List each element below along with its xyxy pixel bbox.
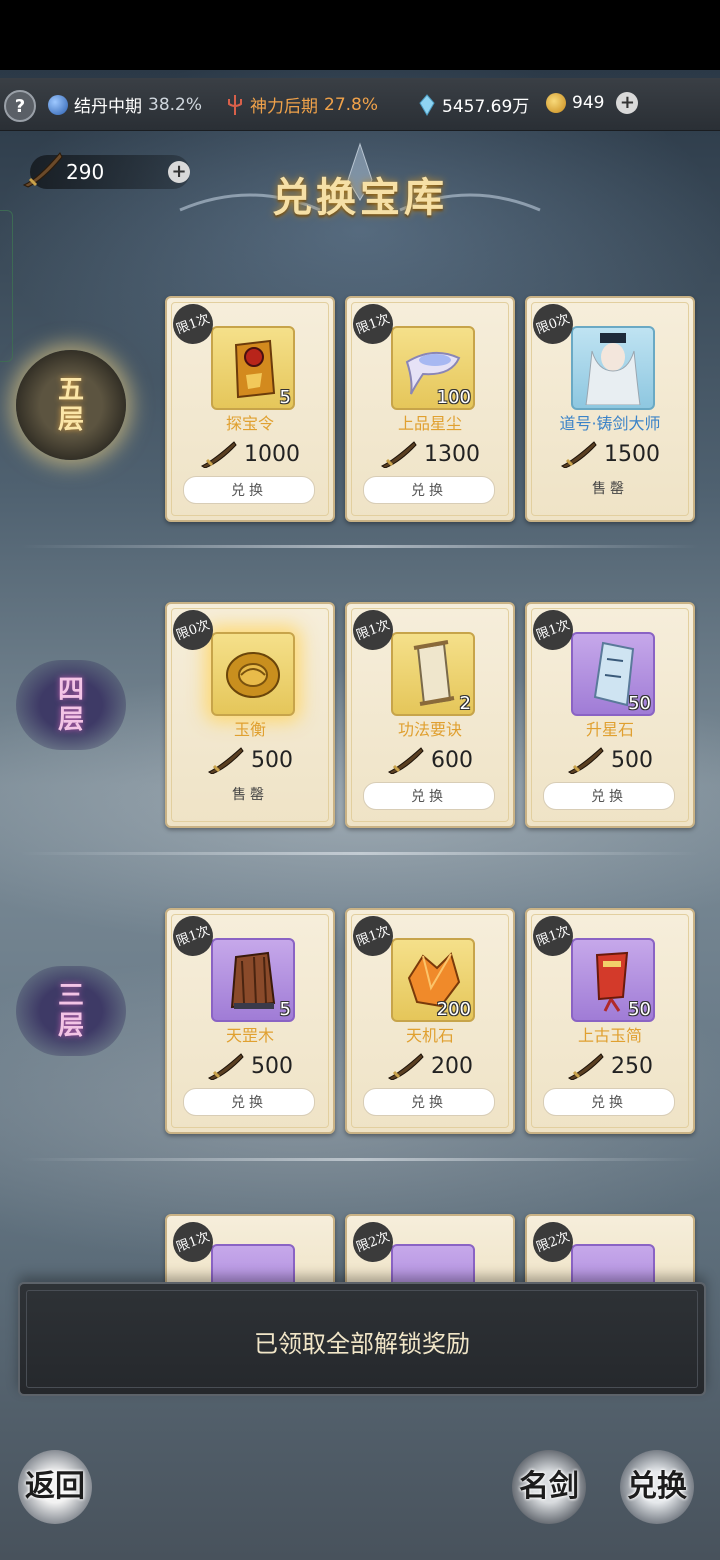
- floor-badge-3: 三层: [16, 966, 126, 1056]
- wood-log-icon: [230, 951, 276, 1009]
- item-name: 功法要诀: [397, 720, 462, 739]
- exchange-button[interactable]: 兑换: [543, 782, 675, 810]
- item-frame: 200: [391, 938, 475, 1022]
- sword-icon: [208, 1053, 244, 1080]
- coin-currency: 949 +: [546, 92, 639, 114]
- item-price: 1000: [167, 440, 333, 468]
- item-card[interactable]: 100 限1次 上品星尘 1300 兑换: [345, 296, 515, 522]
- sword-master-avatar-icon: [585, 333, 641, 405]
- scroll-icon: [413, 640, 455, 706]
- treasure-token-icon: [234, 339, 276, 399]
- item-quantity: 5: [279, 999, 291, 1020]
- exchange-button[interactable]: 兑换: [363, 476, 495, 504]
- back-button[interactable]: 返回: [18, 1450, 92, 1524]
- item-price: 250: [527, 1052, 693, 1080]
- divine-label: 神力后期: [250, 97, 318, 117]
- item-quantity: 50: [628, 999, 651, 1020]
- sword-currency-amount: 290: [66, 160, 105, 184]
- cultivation-realm: 结丹中期 38.2%: [48, 92, 202, 117]
- sword-icon: [561, 441, 597, 468]
- item-name: 天罡木: [225, 1026, 274, 1045]
- sword-icon: [201, 441, 237, 468]
- divine-power-realm: 神力后期 27.8%: [226, 92, 378, 117]
- sword-icon: [568, 1053, 604, 1080]
- floor-divider: [20, 1158, 700, 1161]
- realm-percent: 38.2%: [148, 94, 203, 115]
- sword-icon: [388, 747, 424, 774]
- unlock-reward-panel: 已领取全部解锁奖励: [18, 1282, 706, 1396]
- exchange-tab-button[interactable]: 兑换: [620, 1450, 694, 1524]
- realm-label: 结丹中期: [74, 97, 142, 117]
- item-name: 玉衡: [233, 720, 266, 739]
- item-frame: [211, 632, 295, 716]
- crystal-currency: 5457.69万: [418, 92, 529, 117]
- item-price: 600: [347, 746, 513, 774]
- add-coin-button[interactable]: +: [616, 92, 639, 114]
- coin-amount: 949: [572, 93, 605, 113]
- sword-icon: [22, 152, 63, 188]
- yin-yang-icon: [48, 94, 68, 115]
- item-quantity: 2: [459, 693, 471, 714]
- side-tab[interactable]: [0, 210, 13, 362]
- item-card[interactable]: 2 限1次 功法要诀 600 兑换: [345, 602, 515, 828]
- exchange-button[interactable]: 兑换: [543, 1088, 675, 1116]
- item-price: 1500: [527, 440, 693, 468]
- item-name: 天机石: [405, 1026, 454, 1045]
- sword-icon: [568, 747, 604, 774]
- item-frame: 2: [391, 632, 475, 716]
- item-card[interactable]: 5 限1次 天罡木 500 兑换: [165, 908, 335, 1134]
- help-button[interactable]: ?: [4, 90, 36, 122]
- item-name: 道号·铸剑大师: [559, 414, 661, 433]
- item-price: 500: [167, 746, 333, 774]
- item-frame: 5: [211, 938, 295, 1022]
- sold-out-label: 售罄: [232, 787, 268, 803]
- exchange-button[interactable]: 兑换: [183, 476, 315, 504]
- floor-badge-5: 五层: [16, 350, 126, 460]
- item-quantity: 5: [279, 387, 291, 408]
- item-frame: [571, 326, 655, 410]
- sword-icon: [381, 441, 417, 468]
- sword-icon: [388, 1053, 424, 1080]
- item-card[interactable]: 5 限1次 探宝令 1000 兑换: [165, 296, 335, 522]
- unlock-reward-message: 已领取全部解锁奖励: [254, 1330, 470, 1358]
- item-name: 升星石: [585, 720, 634, 739]
- coin-icon: [546, 93, 566, 113]
- trident-icon: [228, 94, 242, 115]
- item-frame: 50: [571, 632, 655, 716]
- famous-sword-button[interactable]: 名剑: [512, 1450, 586, 1524]
- jade-disc-icon: [226, 652, 280, 698]
- divine-percent: 27.8%: [324, 94, 379, 115]
- item-price: 200: [347, 1052, 513, 1080]
- exchange-button[interactable]: 兑换: [183, 1088, 315, 1116]
- item-frame: 5: [211, 326, 295, 410]
- crystal-amount: 5457.69万: [442, 97, 530, 117]
- exchange-button[interactable]: 兑换: [363, 782, 495, 810]
- item-name: 上古玉简: [577, 1026, 642, 1045]
- item-card[interactable]: 200 限1次 天机石 200 兑换: [345, 908, 515, 1134]
- item-price: 1300: [347, 440, 513, 468]
- item-frame: 50: [571, 938, 655, 1022]
- floor-divider: [20, 852, 700, 855]
- item-quantity: 100: [436, 387, 471, 408]
- item-name: 探宝令: [225, 414, 274, 433]
- page-title: 兑换宝库: [272, 174, 448, 221]
- sold-out-label: 售罄: [592, 481, 628, 497]
- floor-badge-4: 四层: [16, 660, 126, 750]
- sword-icon: [208, 747, 244, 774]
- item-price: 500: [167, 1052, 333, 1080]
- item-name: 上品星尘: [397, 414, 462, 433]
- exchange-button[interactable]: 兑换: [363, 1088, 495, 1116]
- item-price: 500: [527, 746, 693, 774]
- item-card[interactable]: 限0次 玉衡 500 售罄: [165, 602, 335, 828]
- item-card[interactable]: 50 限1次 上古玉简 250 兑换: [525, 908, 695, 1134]
- floor-divider: [20, 545, 700, 548]
- item-card[interactable]: 50 限1次 升星石 500 兑换: [525, 602, 695, 828]
- crystal-icon: [419, 93, 435, 116]
- item-quantity: 50: [628, 693, 651, 714]
- item-card[interactable]: 限0次 道号·铸剑大师 1500 售罄: [525, 296, 695, 522]
- item-quantity: 200: [436, 999, 471, 1020]
- item-frame: 100: [391, 326, 475, 410]
